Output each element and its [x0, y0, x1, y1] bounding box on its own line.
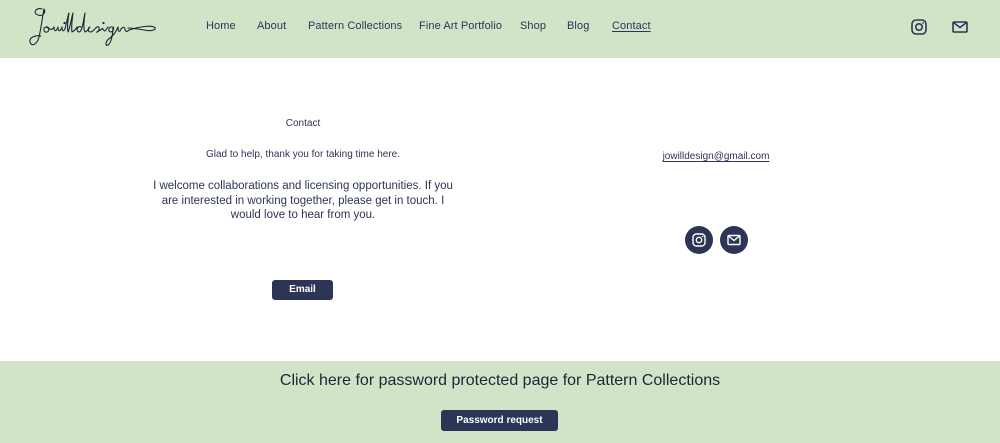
- instagram-icon[interactable]: [909, 17, 929, 37]
- contact-section: Contact Glad to help, thank you for taki…: [0, 58, 1000, 361]
- nav-home[interactable]: Home: [206, 20, 236, 32]
- nav-shop[interactable]: Shop: [520, 20, 546, 32]
- site-header: Jowilldesign Home About Pattern: [0, 0, 1000, 58]
- mail-icon[interactable]: [950, 17, 970, 37]
- site-logo[interactable]: Jowilldesign: [28, 5, 160, 51]
- contact-body-text: I welcome collaborations and licensing o…: [153, 180, 453, 221]
- mail-icon[interactable]: [720, 226, 748, 254]
- site-footer: Click here for password protected page f…: [0, 361, 1000, 443]
- logo-script-icon: [29, 8, 156, 46]
- nav-pattern-collections[interactable]: Pattern Collections: [308, 20, 402, 32]
- nav-blog[interactable]: Blog: [567, 20, 589, 32]
- email-address-link[interactable]: jowilldesign@gmail.com: [636, 151, 796, 162]
- nav-contact[interactable]: Contact: [612, 20, 651, 32]
- nav-fine-art-portfolio[interactable]: Fine Art Portfolio: [419, 20, 502, 32]
- instagram-icon[interactable]: [685, 226, 713, 254]
- contact-title: Contact: [285, 118, 321, 129]
- nav-about[interactable]: About: [257, 20, 286, 32]
- email-button[interactable]: Email: [272, 280, 333, 300]
- contact-subtitle: Glad to help, thank you for taking time …: [206, 149, 400, 160]
- password-page-link[interactable]: Click here for password protected page f…: [0, 372, 1000, 390]
- password-request-button[interactable]: Password request: [441, 410, 558, 431]
